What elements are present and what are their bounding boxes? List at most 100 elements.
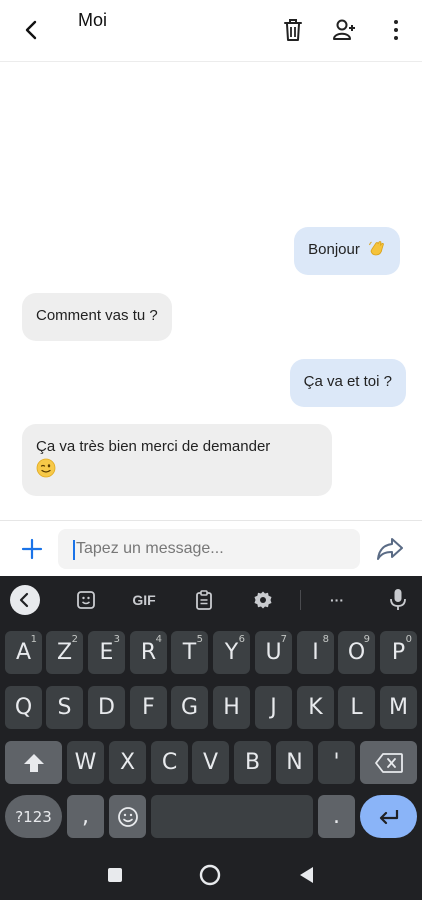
key-h[interactable]: H [213,686,250,729]
enter-arrow-icon [379,809,398,824]
circle-icon [199,864,221,886]
shift-key[interactable] [5,741,62,784]
key-hint: 2 [71,634,78,645]
add-contact-button[interactable] [330,16,358,44]
plus-icon [21,538,43,560]
smiley-icon [117,806,138,827]
waving-hand-icon [369,241,384,256]
contact-name: Moi [78,10,108,30]
comma-key[interactable]: , [67,795,104,838]
settings-button[interactable] [249,586,277,614]
microphone-icon [390,589,406,610]
key-label: R [140,640,157,665]
key-u[interactable]: U7 [255,631,292,674]
gif-button[interactable]: GIF [126,586,162,614]
key-m[interactable]: M [380,686,417,729]
message-text: Bonjour [308,241,360,258]
message-bubble-sent[interactable]: Ça va et toi ? [289,359,406,407]
key-hint: 0 [405,634,412,645]
period-key[interactable]: . [318,795,355,838]
winking-face-icon [36,458,56,478]
message-bubble-received[interactable]: Ça va très bien merci de demander [22,424,332,496]
triangle-back-icon [300,867,313,883]
key-hint: 5 [196,634,203,645]
emoji-key[interactable] [109,795,146,838]
space-key[interactable] [151,795,313,838]
key-hint: 8 [322,634,329,645]
toolbar-divider [300,590,301,610]
back-nav-button[interactable] [294,863,318,887]
key-a[interactable]: A1 [5,631,42,674]
key-d[interactable]: D [88,686,125,729]
key-c[interactable]: C [151,741,188,784]
key-x[interactable]: X [109,741,146,784]
message-bubble-received[interactable]: Comment vas tu ? [22,293,172,341]
home-button[interactable] [198,863,222,887]
sticker-button[interactable] [72,586,100,614]
chevron-left-icon [25,20,37,40]
message-text: Ça va très bien merci de demander [36,438,271,455]
collapse-keyboard-button[interactable] [10,585,40,615]
key-label: T [182,640,197,665]
key-label: I [312,640,319,665]
backspace-key[interactable] [360,741,417,784]
key-label: A [15,640,32,665]
voice-input-button[interactable] [384,586,412,614]
key-e[interactable]: E3 [88,631,125,674]
key-p[interactable]: P0 [380,631,417,674]
key-j[interactable]: J [255,686,292,729]
key-hint: 3 [113,634,120,645]
conversation-header: Moi [0,0,422,62]
key-hint: 1 [30,634,37,645]
key-label: U [265,640,282,665]
message-list[interactable]: Bonjour Comment vas tu ? Ça va et toi ? … [0,62,422,520]
message-input[interactable] [76,529,356,569]
square-icon [108,868,122,882]
key-v[interactable]: V [192,741,229,784]
key-f[interactable]: F [130,686,167,729]
clipboard-icon [196,590,212,610]
add-person-icon [333,19,355,40]
key-w[interactable]: W [67,741,104,784]
clipboard-button[interactable] [190,586,218,614]
key-i[interactable]: I8 [297,631,334,674]
key-hint: 4 [155,634,162,645]
message-composer [0,520,422,576]
more-button[interactable]: ··· [322,586,352,614]
enter-key[interactable] [360,795,417,838]
key-q[interactable]: Q [5,686,42,729]
key-s[interactable]: S [46,686,83,729]
key-k[interactable]: K [297,686,334,729]
numbers-symbols-key[interactable]: ?123 [5,795,62,838]
key-n[interactable]: N [276,741,313,784]
key-z[interactable]: Z2 [46,631,83,674]
sticker-icon [77,591,95,609]
delete-button[interactable] [279,16,307,44]
message-input-container[interactable] [58,529,360,569]
shift-arrow-icon [23,753,44,772]
more-options-button[interactable] [382,16,410,44]
key-t[interactable]: T5 [171,631,208,674]
message-bubble-sent[interactable]: Bonjour [294,227,400,275]
key-hint: 9 [363,634,370,645]
key-label: O [347,640,366,665]
key-hint: 7 [280,634,287,645]
key-r[interactable]: R4 [130,631,167,674]
key-apostrophe[interactable]: ' [318,741,355,784]
gear-icon [254,591,272,609]
key-y[interactable]: Y6 [213,631,250,674]
attach-button[interactable] [18,535,46,563]
more-vert-icon [394,20,398,40]
key-label: Z [56,640,73,665]
key-g[interactable]: G [171,686,208,729]
back-button[interactable] [18,16,46,44]
key-o[interactable]: O9 [338,631,375,674]
key-label: P [391,640,406,665]
text-cursor [73,540,75,560]
backspace-icon [374,752,403,773]
send-button[interactable] [375,535,405,563]
key-l[interactable]: L [338,686,375,729]
recents-button[interactable] [103,863,127,887]
key-b[interactable]: B [234,741,271,784]
chevron-left-icon [19,592,29,608]
